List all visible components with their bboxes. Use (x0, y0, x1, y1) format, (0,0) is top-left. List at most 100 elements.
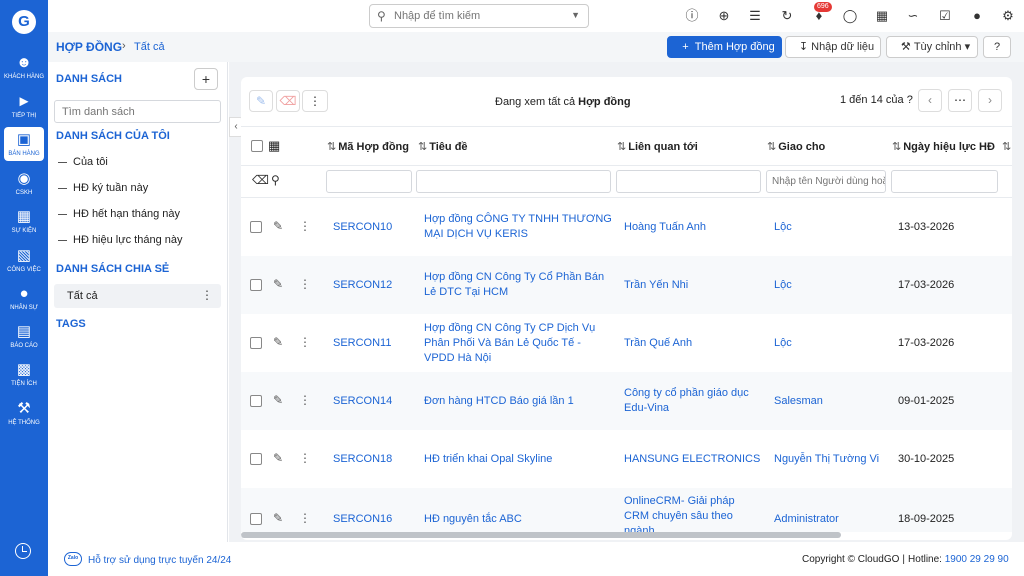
cell-assignee[interactable]: Lộc (774, 278, 886, 293)
nav-cskh[interactable]: ◉ CSKH (0, 171, 48, 197)
chart-icon[interactable]: ∽ (905, 8, 921, 24)
table-row[interactable]: ✎ ⋮ SERCON18 HĐ triển khai Opal Skyline … (241, 430, 1012, 488)
global-search[interactable]: ⚲ ▼ (369, 4, 589, 28)
nav-nhan-su[interactable]: ● Nhân sự (0, 286, 48, 312)
help-button[interactable]: ? (983, 36, 1011, 58)
nav-he-thong[interactable]: ⚒ Hệ thống (0, 401, 48, 427)
column-header-related[interactable]: ⇅ Liên quan tới (617, 140, 698, 153)
list-filter[interactable] (54, 100, 221, 123)
user-icon[interactable]: ● (969, 8, 985, 24)
cell-code[interactable]: SERCON10 (333, 220, 413, 235)
cell-related[interactable]: Công ty cổ phần giáo dục Edu-Vina (624, 386, 764, 416)
horizontal-scrollbar[interactable] (241, 532, 841, 538)
sort-icon[interactable]: ⇅ (1002, 140, 1012, 153)
list-item-cua-toi[interactable]: Của tôi (58, 156, 218, 168)
nav-khach-hang[interactable]: ☻ Khách hàng (0, 55, 48, 81)
next-page-button[interactable]: › (978, 89, 1002, 112)
nav-tiep-thi[interactable]: ► Tiếp thị (0, 94, 48, 120)
edit-icon[interactable]: ✎ (273, 277, 283, 291)
filter-assignee-input[interactable] (766, 170, 886, 193)
cell-assignee[interactable]: Lộc (774, 336, 886, 351)
cell-related[interactable]: Hoàng Tuấn Anh (624, 220, 764, 235)
cell-code[interactable]: SERCON18 (333, 452, 413, 467)
zalo-icon[interactable]: Zalo (64, 552, 82, 566)
edit-icon[interactable]: ✎ (273, 511, 283, 525)
more-vertical-icon[interactable]: ⋮ (299, 277, 311, 291)
nav-tien-ich[interactable]: ▩ Tiện ích (0, 362, 48, 388)
eraser-icon[interactable]: ⌫ (252, 173, 269, 187)
row-checkbox[interactable] (250, 395, 262, 407)
row-checkbox[interactable] (250, 453, 262, 465)
cell-related[interactable]: Trần Yến Nhi (624, 278, 764, 293)
edit-icon[interactable]: ✎ (273, 335, 283, 349)
add-circle-icon[interactable]: ⊕ (716, 8, 732, 24)
cell-assignee[interactable]: Administrator (774, 512, 886, 527)
filter-effective-date-input[interactable] (891, 170, 998, 193)
cell-title[interactable]: Đơn hàng HTCD Báo giá lần 1 (424, 394, 612, 409)
select-all-checkbox[interactable] (251, 140, 263, 152)
more-vertical-icon[interactable]: ⋮ (299, 451, 311, 465)
hotline-link[interactable]: 1900 29 29 90 (945, 554, 1009, 565)
alert-icon[interactable]: ⓘ (684, 8, 700, 24)
more-vertical-icon[interactable]: ⋮ (201, 288, 213, 302)
list-item-hieu-luc-thang-nay[interactable]: HĐ hiệu lực tháng này (58, 234, 218, 246)
search-icon[interactable]: ⚲ (271, 173, 280, 187)
cell-title[interactable]: Hợp đồng CN Công Ty CP Dịch Vụ Phân Phối… (424, 321, 612, 366)
edit-icon[interactable]: ✎ (249, 90, 273, 112)
table-row[interactable]: ✎ ⋮ SERCON16 HĐ nguyên tắc ABC OnlineCRM… (241, 488, 1012, 532)
table-row[interactable]: ✎ ⋮ SERCON12 Hợp đồng CN Công Ty Cổ Phần… (241, 256, 1012, 314)
list-filter-input[interactable] (55, 101, 220, 122)
module-title[interactable]: HỢP ĐỒNG (56, 40, 122, 54)
add-contract-button[interactable]: + Thêm Hợp đồng (667, 36, 782, 58)
list-item-tat-ca[interactable]: Tất cả ⋮ (54, 284, 221, 308)
column-header-title[interactable]: ⇅ Tiêu đề (418, 140, 468, 153)
trash-icon[interactable]: ⌫ (276, 90, 300, 112)
cell-title[interactable]: HĐ nguyên tắc ABC (424, 512, 612, 527)
more-vertical-icon[interactable]: ⋮ (299, 393, 311, 407)
nav-cong-viec[interactable]: ▧ Công việc (0, 248, 48, 274)
filter-related-input[interactable] (616, 170, 761, 193)
cell-related[interactable]: Trần Quế Anh (624, 336, 764, 351)
more-vertical-icon[interactable]: ⋮ (302, 90, 328, 112)
cell-assignee[interactable]: Lộc (774, 220, 886, 235)
more-vertical-icon[interactable]: ⋮ (299, 511, 311, 525)
history-clock-icon[interactable] (15, 543, 31, 559)
edit-icon[interactable]: ✎ (273, 393, 283, 407)
filter-title-input[interactable] (416, 170, 611, 193)
edit-icon[interactable]: ✎ (273, 219, 283, 233)
nav-ban-hang[interactable]: ▣ Bán hàng (4, 127, 44, 161)
breadcrumb[interactable]: Tất cả (134, 41, 165, 53)
global-search-input[interactable] (394, 8, 564, 24)
cell-code[interactable]: SERCON12 (333, 278, 413, 293)
more-vertical-icon[interactable]: ⋮ (299, 335, 311, 349)
column-header-assignee[interactable]: ⇅ Giao cho (767, 140, 825, 153)
row-checkbox[interactable] (250, 279, 262, 291)
table-row[interactable]: ✎ ⋮ SERCON11 Hợp đồng CN Công Ty CP Dịch… (241, 314, 1012, 372)
filter-code-input[interactable] (326, 170, 412, 193)
gear-icon[interactable]: ⚙ (1000, 8, 1016, 24)
list-item-het-han-thang-nay[interactable]: HĐ hết hạn tháng này (58, 208, 218, 220)
table-row[interactable]: ✎ ⋮ SERCON10 Hợp đồng CÔNG TY TNHH THƯƠN… (241, 198, 1012, 256)
more-horizontal-icon[interactable]: ⋯ (948, 89, 972, 112)
nav-su-kien[interactable]: ▦ Sự kiện (0, 209, 48, 235)
cell-title[interactable]: Hợp đồng CÔNG TY TNHH THƯƠNG MẠI DỊCH VỤ… (424, 212, 612, 242)
cell-title[interactable]: HĐ triển khai Opal Skyline (424, 452, 612, 467)
support-link[interactable]: Hỗ trợ sử dụng trực tuyến 24/24 (88, 555, 231, 566)
cell-code[interactable]: SERCON16 (333, 512, 413, 527)
list-item-ky-tuan-nay[interactable]: HĐ ký tuần này (58, 182, 218, 194)
cell-related[interactable]: OnlineCRM- Giải pháp CRM chuyên sâu theo… (624, 494, 759, 532)
customize-button[interactable]: ⚒ Tùy chỉnh ▾ (886, 36, 978, 58)
prev-page-button[interactable]: ‹ (918, 89, 942, 112)
list-icon[interactable]: ☰ (747, 8, 763, 24)
row-checkbox[interactable] (250, 513, 262, 525)
column-header-effective-date[interactable]: ⇅ Ngày hiệu lực HĐ (892, 140, 995, 153)
cell-code[interactable]: SERCON14 (333, 394, 413, 409)
nav-bao-cao[interactable]: ▤ Báo cáo (0, 324, 48, 350)
chat-icon[interactable]: ◯ (842, 8, 858, 24)
row-checkbox[interactable] (250, 221, 262, 233)
add-list-button[interactable]: + (194, 68, 218, 90)
import-data-button[interactable]: ↧ Nhập dữ liệu (785, 36, 881, 58)
cell-code[interactable]: SERCON11 (333, 336, 413, 351)
checkbox-icon[interactable]: ☑ (937, 8, 953, 24)
calendar-icon[interactable]: ▦ (874, 8, 890, 24)
